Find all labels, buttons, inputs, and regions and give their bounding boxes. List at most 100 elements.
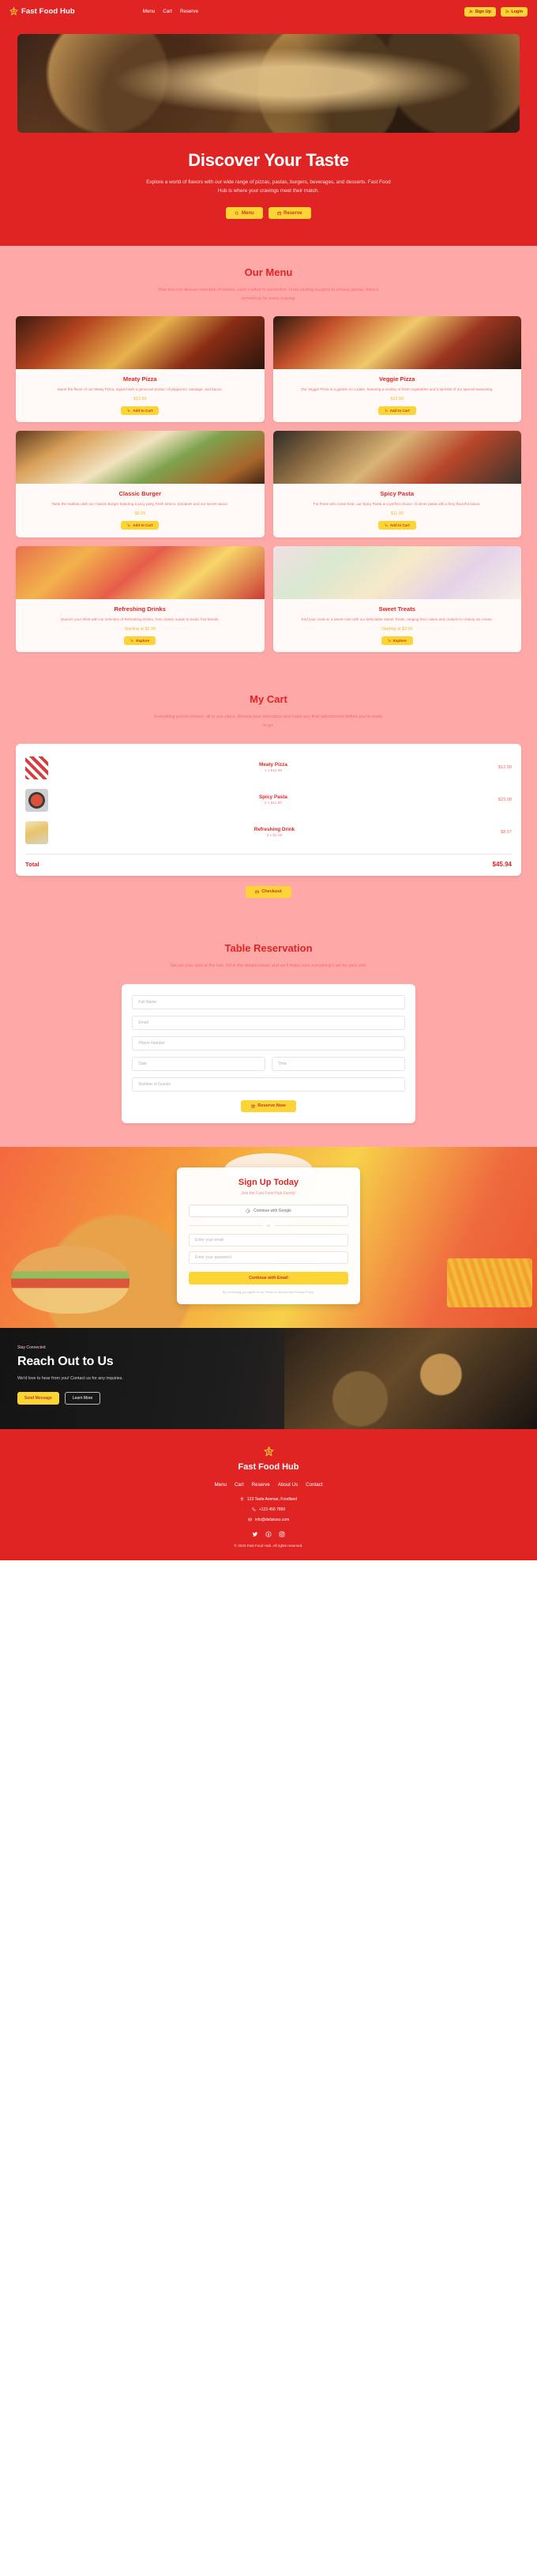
hero-title: Discover Your Taste — [188, 150, 349, 170]
hero-menu-button[interactable]: Menu — [226, 207, 263, 220]
cart-item-name: Meaty Pizza — [259, 762, 287, 768]
menu-card-price: $8.99 — [134, 511, 146, 517]
menu-card-description: Savor the flavor of our Meaty Pizza, top… — [57, 387, 223, 391]
cart-plus-icon — [385, 523, 389, 527]
contact-inner: Stay Connected Reach Out to Us We'd love… — [17, 1345, 254, 1405]
menu-card-description: Taste the tradition with our Classic Bur… — [51, 502, 229, 507]
nav-link-reserve[interactable]: Reserve — [180, 9, 198, 14]
login-button[interactable]: Login — [500, 6, 528, 17]
cart-item-quantity: 3 x $2.99 — [266, 834, 283, 839]
send-message-button[interactable]: Send Message — [17, 1391, 59, 1405]
footer-link[interactable]: Reserve — [252, 1482, 270, 1488]
menu-card-image — [272, 545, 521, 599]
cart-item-info: Refreshing Drink 3 x $2.99 — [56, 827, 493, 838]
menu-grid: Meaty Pizza Savor the flavor of our Meaty… — [16, 315, 521, 653]
footer-socials — [16, 1531, 521, 1537]
cart-row: Meaty Pizza 1 x $12.99 $12.99 — [25, 752, 512, 784]
cart-item-thumbnail — [25, 788, 48, 812]
cart-card: Meaty Pizza 1 x $12.99 $12.99 Spicy Pasta 2 … — [16, 743, 521, 876]
date-time-row: Date Time — [132, 1056, 405, 1077]
menu-card-action-label: Add to Cart — [133, 408, 153, 413]
hero-reserve-button[interactable]: Reserve — [268, 207, 311, 220]
nav-actions: Sign Up Login — [464, 6, 528, 17]
sign-up-label: Sign Up — [475, 9, 491, 14]
footer-link[interactable]: Menu — [214, 1482, 226, 1488]
instagram-icon[interactable] — [279, 1531, 285, 1537]
menu-card-name: Sweet Treats — [378, 605, 415, 613]
date-field[interactable]: Date — [132, 1056, 265, 1071]
continue-with-google-button[interactable]: Continue with Google — [189, 1204, 348, 1217]
contact-buttons: Send Message Learn More — [17, 1391, 254, 1405]
cart-item-info: Spicy Pasta 2 x $11.99 — [56, 794, 490, 805]
continue-with-email-button[interactable]: Continue with Email — [189, 1271, 348, 1284]
reserve-now-button[interactable]: Reserve Now — [241, 1099, 296, 1112]
footer-link[interactable]: Contact — [306, 1482, 322, 1488]
cart-row: Refreshing Drink 3 x $2.99 $8.97 — [25, 817, 512, 849]
cart-item-name: Refreshing Drink — [253, 827, 295, 833]
cart-item-info: Meaty Pizza 1 x $12.99 — [56, 762, 490, 773]
menu-card-image — [16, 545, 265, 599]
footer-email-row[interactable]: info@delizioso.com — [16, 1518, 521, 1522]
menu-card-action-button[interactable]: Add to Cart — [377, 521, 416, 530]
footer-link[interactable]: About Us — [278, 1482, 298, 1488]
menu-card-action-button[interactable]: Add to Cart — [377, 405, 416, 415]
menu-card-name: Classic Burger — [118, 490, 162, 498]
nav-link-menu[interactable]: Menu — [143, 9, 155, 14]
email-field[interactable]: Email — [132, 1015, 405, 1030]
cart-title: My Cart — [250, 693, 287, 706]
hero-menu-label: Menu — [241, 210, 254, 216]
cart-plus-icon — [127, 409, 131, 413]
signup-password-field[interactable]: Enter your password — [189, 1250, 348, 1264]
envelope-icon — [247, 1518, 252, 1522]
learn-more-button[interactable]: Learn More — [64, 1391, 101, 1405]
footer-links: Menu Cart Reserve About Us Contact — [16, 1482, 521, 1488]
menu-card-image — [272, 431, 521, 485]
signup-title: Sign Up Today — [238, 1177, 299, 1187]
or-divider: or — [189, 1224, 348, 1228]
nav-link-cart[interactable]: Cart — [163, 9, 172, 14]
time-field[interactable]: Time — [272, 1056, 405, 1071]
footer-contact: 123 Taste Avenue, Foodland +123 456 7890… — [16, 1497, 521, 1522]
top-navbar: Fast Food Hub Menu Cart Reserve Sign Up … — [0, 0, 537, 23]
phone-field[interactable]: Phone Number — [132, 1035, 405, 1050]
contact-title: Reach Out to Us — [17, 1354, 114, 1368]
footer-phone-row[interactable]: +123 456 7890 — [16, 1507, 521, 1512]
cup-icon — [130, 639, 134, 643]
cart-item-quantity: 2 x $11.99 — [264, 801, 282, 806]
signup-subtitle: Join the Fast Food Hub Family! — [241, 1190, 296, 1196]
guests-field[interactable]: Number of Guests — [132, 1077, 405, 1092]
cart-item-name: Spicy Pasta — [259, 794, 287, 801]
menu-card-action-button[interactable]: Add to Cart — [121, 405, 160, 415]
menu-card-image — [16, 431, 265, 485]
menu-card-name: Meaty Pizza — [122, 375, 157, 383]
footer-address-row[interactable]: 123 Taste Avenue, Foodland — [16, 1497, 521, 1502]
checkout-button[interactable]: Checkout — [246, 885, 291, 898]
contact-eyebrow: Stay Connected — [17, 1345, 46, 1350]
cart-item-price: $8.97 — [501, 830, 512, 835]
cart-plus-icon — [385, 409, 389, 413]
sign-up-button[interactable]: Sign Up — [464, 6, 496, 17]
full-name-field[interactable]: Full Name — [132, 994, 405, 1009]
brand-logo[interactable]: Fast Food Hub — [9, 7, 75, 16]
hero-subtitle: Explore a world of flavors with our wide… — [146, 179, 391, 194]
footer-lightning-star-icon — [16, 1446, 521, 1457]
hero-buttons: Menu Reserve — [17, 207, 520, 220]
menu-card-action-button[interactable]: Add to Cart — [121, 521, 160, 530]
signup-legal-text: By continuing you agree to our Terms of … — [222, 1289, 315, 1294]
footer-link[interactable]: Cart — [235, 1482, 244, 1488]
calendar-check-icon — [251, 1104, 256, 1108]
menu-card-action-label: Explore — [392, 638, 407, 643]
footer-copyright: © 2023 Fast Food Hub. All rights reserve… — [234, 1543, 303, 1548]
signup-email-field[interactable]: Enter your email — [189, 1233, 348, 1247]
lightning-star-icon — [9, 7, 18, 16]
twitter-icon[interactable] — [252, 1531, 258, 1537]
menu-card-name: Veggie Pizza — [378, 375, 415, 383]
menu-card-action-button[interactable]: Explore — [381, 636, 413, 645]
facebook-icon[interactable] — [265, 1531, 272, 1537]
menu-card-action-label: Add to Cart — [133, 523, 153, 528]
menu-card-action-label: Add to Cart — [389, 523, 410, 528]
menu-card-action-button[interactable]: Explore — [124, 636, 156, 645]
reserve-button-wrap: Reserve Now — [132, 1098, 404, 1112]
cart-item-quantity: 1 x $12.99 — [264, 769, 283, 774]
menu-card: Sweet Treats End your meal on a sweet not… — [272, 545, 521, 653]
